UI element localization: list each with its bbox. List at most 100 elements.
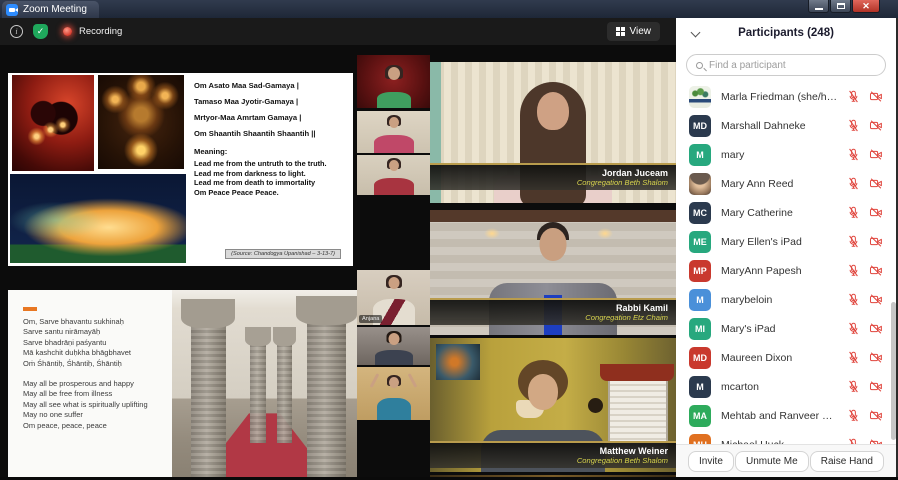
participant-row[interactable]: Marla Friedman (she/her) bbox=[676, 82, 896, 111]
participant-name: Mary Ellen's iPad bbox=[721, 236, 839, 248]
participant-row[interactable]: MA Mehtab and Ranveer Singh bbox=[676, 401, 896, 430]
video-thumbnail[interactable]: Anjana bbox=[357, 270, 430, 325]
video-thumbnail[interactable] bbox=[357, 55, 430, 108]
camera-off-icon bbox=[869, 409, 883, 422]
invite-button[interactable]: Invite bbox=[688, 451, 734, 472]
window-title-tab: Zoom Meeting bbox=[2, 1, 99, 18]
mic-off-icon bbox=[847, 177, 860, 190]
participant-name: Mary Catherine bbox=[721, 207, 839, 219]
close-button[interactable]: ✕ bbox=[852, 0, 880, 13]
participant-row[interactable]: MI Mary's iPad bbox=[676, 314, 896, 343]
participants-title: Participants (248) bbox=[676, 27, 896, 39]
search-input[interactable] bbox=[709, 60, 885, 71]
participant-name: mary bbox=[721, 149, 839, 161]
mic-off-icon bbox=[847, 206, 860, 219]
minimize-button[interactable] bbox=[808, 0, 829, 13]
participant-name: Mehtab and Ranveer Singh bbox=[721, 410, 839, 422]
video-thumbnail[interactable] bbox=[357, 111, 430, 153]
mic-off-icon bbox=[847, 351, 860, 364]
participant-name: MaryAnn Papesh bbox=[721, 265, 839, 277]
participants-footer: InviteUnmute MeRaise Hand bbox=[676, 444, 896, 477]
camera-off-icon bbox=[869, 148, 883, 161]
participant-row[interactable]: M marybeloin bbox=[676, 285, 896, 314]
participant-row[interactable]: M mary bbox=[676, 140, 896, 169]
sanskrit-lines: Om, Sarve bhavantu sukhinaḥSarve santu n… bbox=[23, 317, 175, 369]
accent-dash bbox=[23, 307, 37, 311]
participant-row[interactable]: MP MaryAnn Papesh bbox=[676, 256, 896, 285]
video-tile-jordan[interactable]: Jordan Juceam Congregation Beth Shalom bbox=[430, 62, 676, 203]
text-line: May all see what is spiritually upliftin… bbox=[23, 400, 175, 410]
camera-off-icon bbox=[869, 322, 883, 335]
participant-avatar: MH bbox=[689, 434, 711, 445]
meeting-toolbar: i ✓ Recording View bbox=[0, 18, 676, 45]
camera-off-icon bbox=[869, 206, 883, 219]
participant-avatar: MD bbox=[689, 115, 711, 137]
title-bar: Zoom Meeting ✕ bbox=[0, 0, 898, 18]
grid-view-icon bbox=[616, 27, 625, 36]
camera-off-icon bbox=[869, 264, 883, 277]
participant-avatar: MP bbox=[689, 260, 711, 282]
window-title: Zoom Meeting bbox=[23, 4, 87, 15]
participant-row[interactable]: MH Michael Huck bbox=[676, 430, 896, 444]
participant-row[interactable]: Mary Ann Reed bbox=[676, 169, 896, 198]
text-line: Lead me from darkness to light. bbox=[194, 169, 346, 179]
participant-avatar: MA bbox=[689, 405, 711, 427]
source-note: (Source: Chandogya Upanishad – 3-13-7) bbox=[225, 249, 341, 259]
video-thumbnail[interactable] bbox=[357, 367, 430, 420]
participant-avatar: MD bbox=[689, 347, 711, 369]
video-tile-matthew[interactable]: Matthew Weiner Congregation Beth Shalom bbox=[430, 338, 676, 472]
recording-label: Recording bbox=[79, 26, 122, 37]
raise-hand-button[interactable]: Raise Hand bbox=[810, 451, 884, 472]
text-line: Om Peace Peace Peace. bbox=[194, 188, 346, 198]
participant-row[interactable]: MC Mary Catherine bbox=[676, 198, 896, 227]
security-shield-icon[interactable]: ✓ bbox=[33, 24, 48, 39]
meaning-lines: Lead me from the untruth to the truth.Le… bbox=[194, 159, 346, 197]
text-line: Om Asato Maa Sad-Gamaya | bbox=[194, 81, 346, 90]
participant-row[interactable]: MD Maureen Dixon bbox=[676, 343, 896, 372]
participant-name: Marshall Dahneke bbox=[721, 120, 839, 132]
recording-dot-icon bbox=[63, 27, 72, 36]
participant-name: mcarton bbox=[721, 381, 839, 393]
info-icon[interactable]: i bbox=[10, 25, 23, 38]
speaker-org: Congregation Beth Shalom bbox=[430, 178, 668, 187]
camera-off-icon bbox=[869, 119, 883, 132]
view-button[interactable]: View bbox=[607, 22, 661, 41]
video-thumbnail[interactable] bbox=[357, 155, 430, 195]
mic-off-icon bbox=[847, 264, 860, 277]
mic-off-icon bbox=[847, 148, 860, 161]
camera-off-icon bbox=[869, 177, 883, 190]
camera-off-icon bbox=[869, 235, 883, 248]
participant-row[interactable]: ME Mary Ellen's iPad bbox=[676, 227, 896, 256]
zoom-logo-icon bbox=[6, 4, 18, 16]
camera-off-icon bbox=[869, 380, 883, 393]
view-label: View bbox=[630, 26, 652, 37]
text-line: Mrtyor-Maa Amrtam Gamaya | bbox=[194, 113, 346, 122]
participant-row[interactable]: MD Marshall Dahneke bbox=[676, 111, 896, 140]
meaning-title: Meaning: bbox=[194, 147, 346, 156]
participant-row[interactable]: M mcarton bbox=[676, 372, 896, 401]
diya-photo bbox=[98, 75, 184, 169]
text-line: Oṁ Śhāntiḥ, Śhāntiḥ, Śhāntiḥ bbox=[23, 359, 175, 369]
participant-search-box[interactable] bbox=[686, 54, 886, 76]
camera-off-icon bbox=[869, 90, 883, 103]
shared-screen-area: Om Asato Maa Sad-Gamaya | Tamaso Maa Jyot… bbox=[0, 45, 676, 477]
text-line: Om peace, peace, peace bbox=[23, 421, 175, 431]
video-thumbnail[interactable] bbox=[357, 327, 430, 365]
participant-name: Mary's iPad bbox=[721, 323, 839, 335]
english-lines: May all be prosperous and happyMay all b… bbox=[23, 379, 175, 431]
mic-off-icon bbox=[847, 409, 860, 422]
slide-mantra-1: Om Asato Maa Sad-Gamaya | Tamaso Maa Jyot… bbox=[8, 73, 353, 266]
name-banner: Jordan Juceam Congregation Beth Shalom bbox=[430, 163, 676, 190]
text-line: May all be free from illness bbox=[23, 389, 175, 399]
participants-list: Marla Friedman (she/her) MD Marshall Dah… bbox=[676, 82, 896, 444]
temple-night-photo bbox=[10, 174, 186, 263]
text-line: Tamaso Maa Jyotir-Gamaya | bbox=[194, 97, 346, 106]
maximize-button[interactable] bbox=[830, 0, 851, 13]
participant-name: marybeloin bbox=[721, 294, 839, 306]
video-tile-rabbi[interactable]: Rabbi Kamil Congregation Etz Chaim bbox=[430, 210, 676, 335]
video-thumbnail-strip: Anjana bbox=[357, 55, 430, 477]
oil-lamp-photo bbox=[12, 75, 94, 171]
unmute-me-button[interactable]: Unmute Me bbox=[735, 451, 809, 472]
participant-name: Maureen Dixon bbox=[721, 352, 839, 364]
text-line: Sarve santu nirāmayāḥ bbox=[23, 327, 175, 337]
